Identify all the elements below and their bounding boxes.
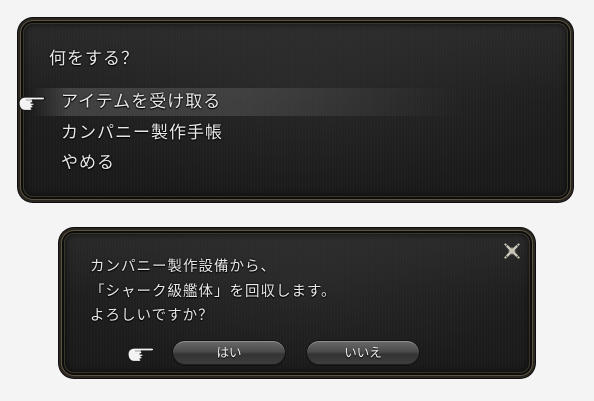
no-button[interactable]: いいえ: [307, 341, 419, 365]
close-icon[interactable]: [502, 241, 522, 261]
menu-item-receive-item[interactable]: アイテムを受け取る: [33, 88, 463, 116]
menu-item-label: カンパニー製作手帳: [61, 123, 223, 143]
pointing-hand-icon: [127, 347, 155, 363]
menu-item-label: やめる: [61, 153, 115, 173]
yes-button[interactable]: はい: [173, 341, 285, 365]
menu-item-label: アイテムを受け取る: [61, 92, 222, 112]
no-button-label: いいえ: [344, 345, 382, 360]
screen: 何をする？ アイテムを受け取る カンパニー製作手帳 やめる カンパニー製作設備か…: [0, 0, 594, 401]
dialog-message-line: よろしいですか？: [90, 308, 214, 324]
menu-item-quit[interactable]: やめる: [33, 149, 463, 177]
dialog-message-line: カンパニー製作設備から、: [90, 259, 276, 275]
action-menu-window: 何をする？ アイテムを受け取る カンパニー製作手帳 やめる: [23, 23, 568, 197]
pointing-hand-icon: [18, 96, 46, 112]
dialog-message-line: 「シャーク級艦体」を回収します。: [90, 284, 337, 300]
menu-item-company-crafting-log[interactable]: カンパニー製作手帳: [33, 119, 463, 147]
menu-title: 何をする？: [49, 49, 139, 69]
yes-button-label: はい: [216, 345, 242, 360]
